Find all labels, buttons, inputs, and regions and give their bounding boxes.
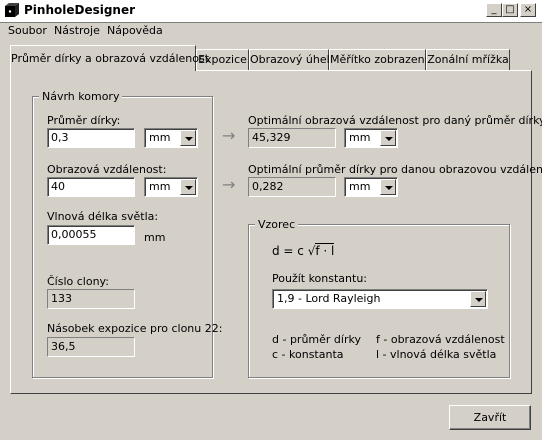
diameter-unit-value: mm: [149, 131, 171, 144]
optimal-distance-value: 45,329: [248, 128, 336, 148]
wavelength-unit: mm: [144, 231, 166, 244]
constant-value: 1,9 - Lord Rayleigh: [277, 292, 381, 305]
diameter-input[interactable]: 0,3: [47, 128, 135, 148]
close-window-button[interactable]: ×: [520, 3, 536, 17]
optimal-distance-label: Optimální obrazová vzdálenost pro daný p…: [248, 114, 542, 127]
optimal-distance-unit-select[interactable]: mm: [344, 128, 398, 148]
chevron-down-icon[interactable]: [180, 130, 196, 146]
wavelength-label: Vlnová délka světla:: [47, 210, 159, 223]
window-title: PinholeDesigner: [24, 3, 136, 17]
chevron-down-icon[interactable]: [380, 130, 396, 146]
constant-select[interactable]: 1,9 - Lord Rayleigh: [272, 289, 488, 309]
maximize-button[interactable]: □: [502, 3, 518, 17]
optimal-diameter-value: 0,282: [248, 177, 336, 197]
constant-label: Použít konstantu:: [272, 272, 368, 285]
camera-design-legend: Návrh komory: [39, 90, 123, 103]
exposure-label: Násobek expozice pro clonu 22:: [47, 322, 223, 335]
menu-napoveda[interactable]: Nápověda: [107, 24, 163, 37]
distance-unit-value: mm: [149, 180, 171, 193]
tab-zonalni-mrizka[interactable]: Zonální mřížka: [426, 49, 510, 70]
formula-lhs: d = c: [272, 244, 304, 258]
wavelength-input[interactable]: 0,00055: [47, 225, 135, 245]
tab-meritko-zobrazeni[interactable]: Měřítko zobrazení: [329, 49, 428, 70]
optimal-diameter-unit-value: mm: [349, 180, 371, 193]
menu-soubor[interactable]: Soubor: [8, 24, 47, 37]
distance-label: Obrazová vzdálenost:: [47, 163, 167, 176]
exposure-value: 36,5: [47, 337, 135, 357]
legend-f: f - obrazová vzdálenost: [376, 333, 505, 346]
distance-unit-select[interactable]: mm: [144, 177, 198, 197]
legend-l: l - vlnová délka světla: [376, 348, 497, 361]
chevron-down-icon[interactable]: [180, 179, 196, 195]
diameter-label: Průměr dírky:: [47, 114, 121, 127]
chevron-down-icon[interactable]: [380, 179, 396, 195]
minimize-button[interactable]: _: [486, 3, 502, 17]
distance-input[interactable]: 40: [47, 177, 135, 197]
optimal-diameter-unit-select[interactable]: mm: [344, 177, 398, 197]
optimal-distance-unit-value: mm: [349, 131, 371, 144]
app-icon: [5, 3, 19, 17]
optimal-diameter-label: Optimální průměr dírky pro danou obrazov…: [248, 163, 542, 176]
chevron-down-icon[interactable]: [470, 291, 486, 307]
tab-prumer-dirky[interactable]: Průměr dírky a obrazová vzdálenost: [10, 45, 209, 71]
legend-c: c - konstanta: [272, 348, 344, 361]
formula-legend: Vzorec: [255, 218, 299, 231]
close-button[interactable]: Zavřít: [449, 405, 531, 430]
legend-d: d - průměr dírky: [272, 333, 361, 346]
formula-radicand: f · l: [315, 243, 335, 258]
menu-nastroje[interactable]: Nástroje: [54, 24, 100, 37]
tab-obrazovy-uhel[interactable]: Obrazový úhel: [249, 49, 330, 70]
fnumber-value: 133: [47, 289, 135, 309]
formula-expression: d = c √f · l: [272, 243, 335, 258]
menu-bar: Soubor Nástroje Nápověda: [0, 22, 542, 41]
title-bar: PinholeDesigner _ □ ×: [0, 0, 542, 23]
arrow-right-icon: →: [222, 126, 236, 145]
diameter-unit-select[interactable]: mm: [144, 128, 198, 148]
fnumber-label: Číslo clony:: [47, 275, 109, 288]
arrow-right-icon: →: [222, 175, 236, 194]
